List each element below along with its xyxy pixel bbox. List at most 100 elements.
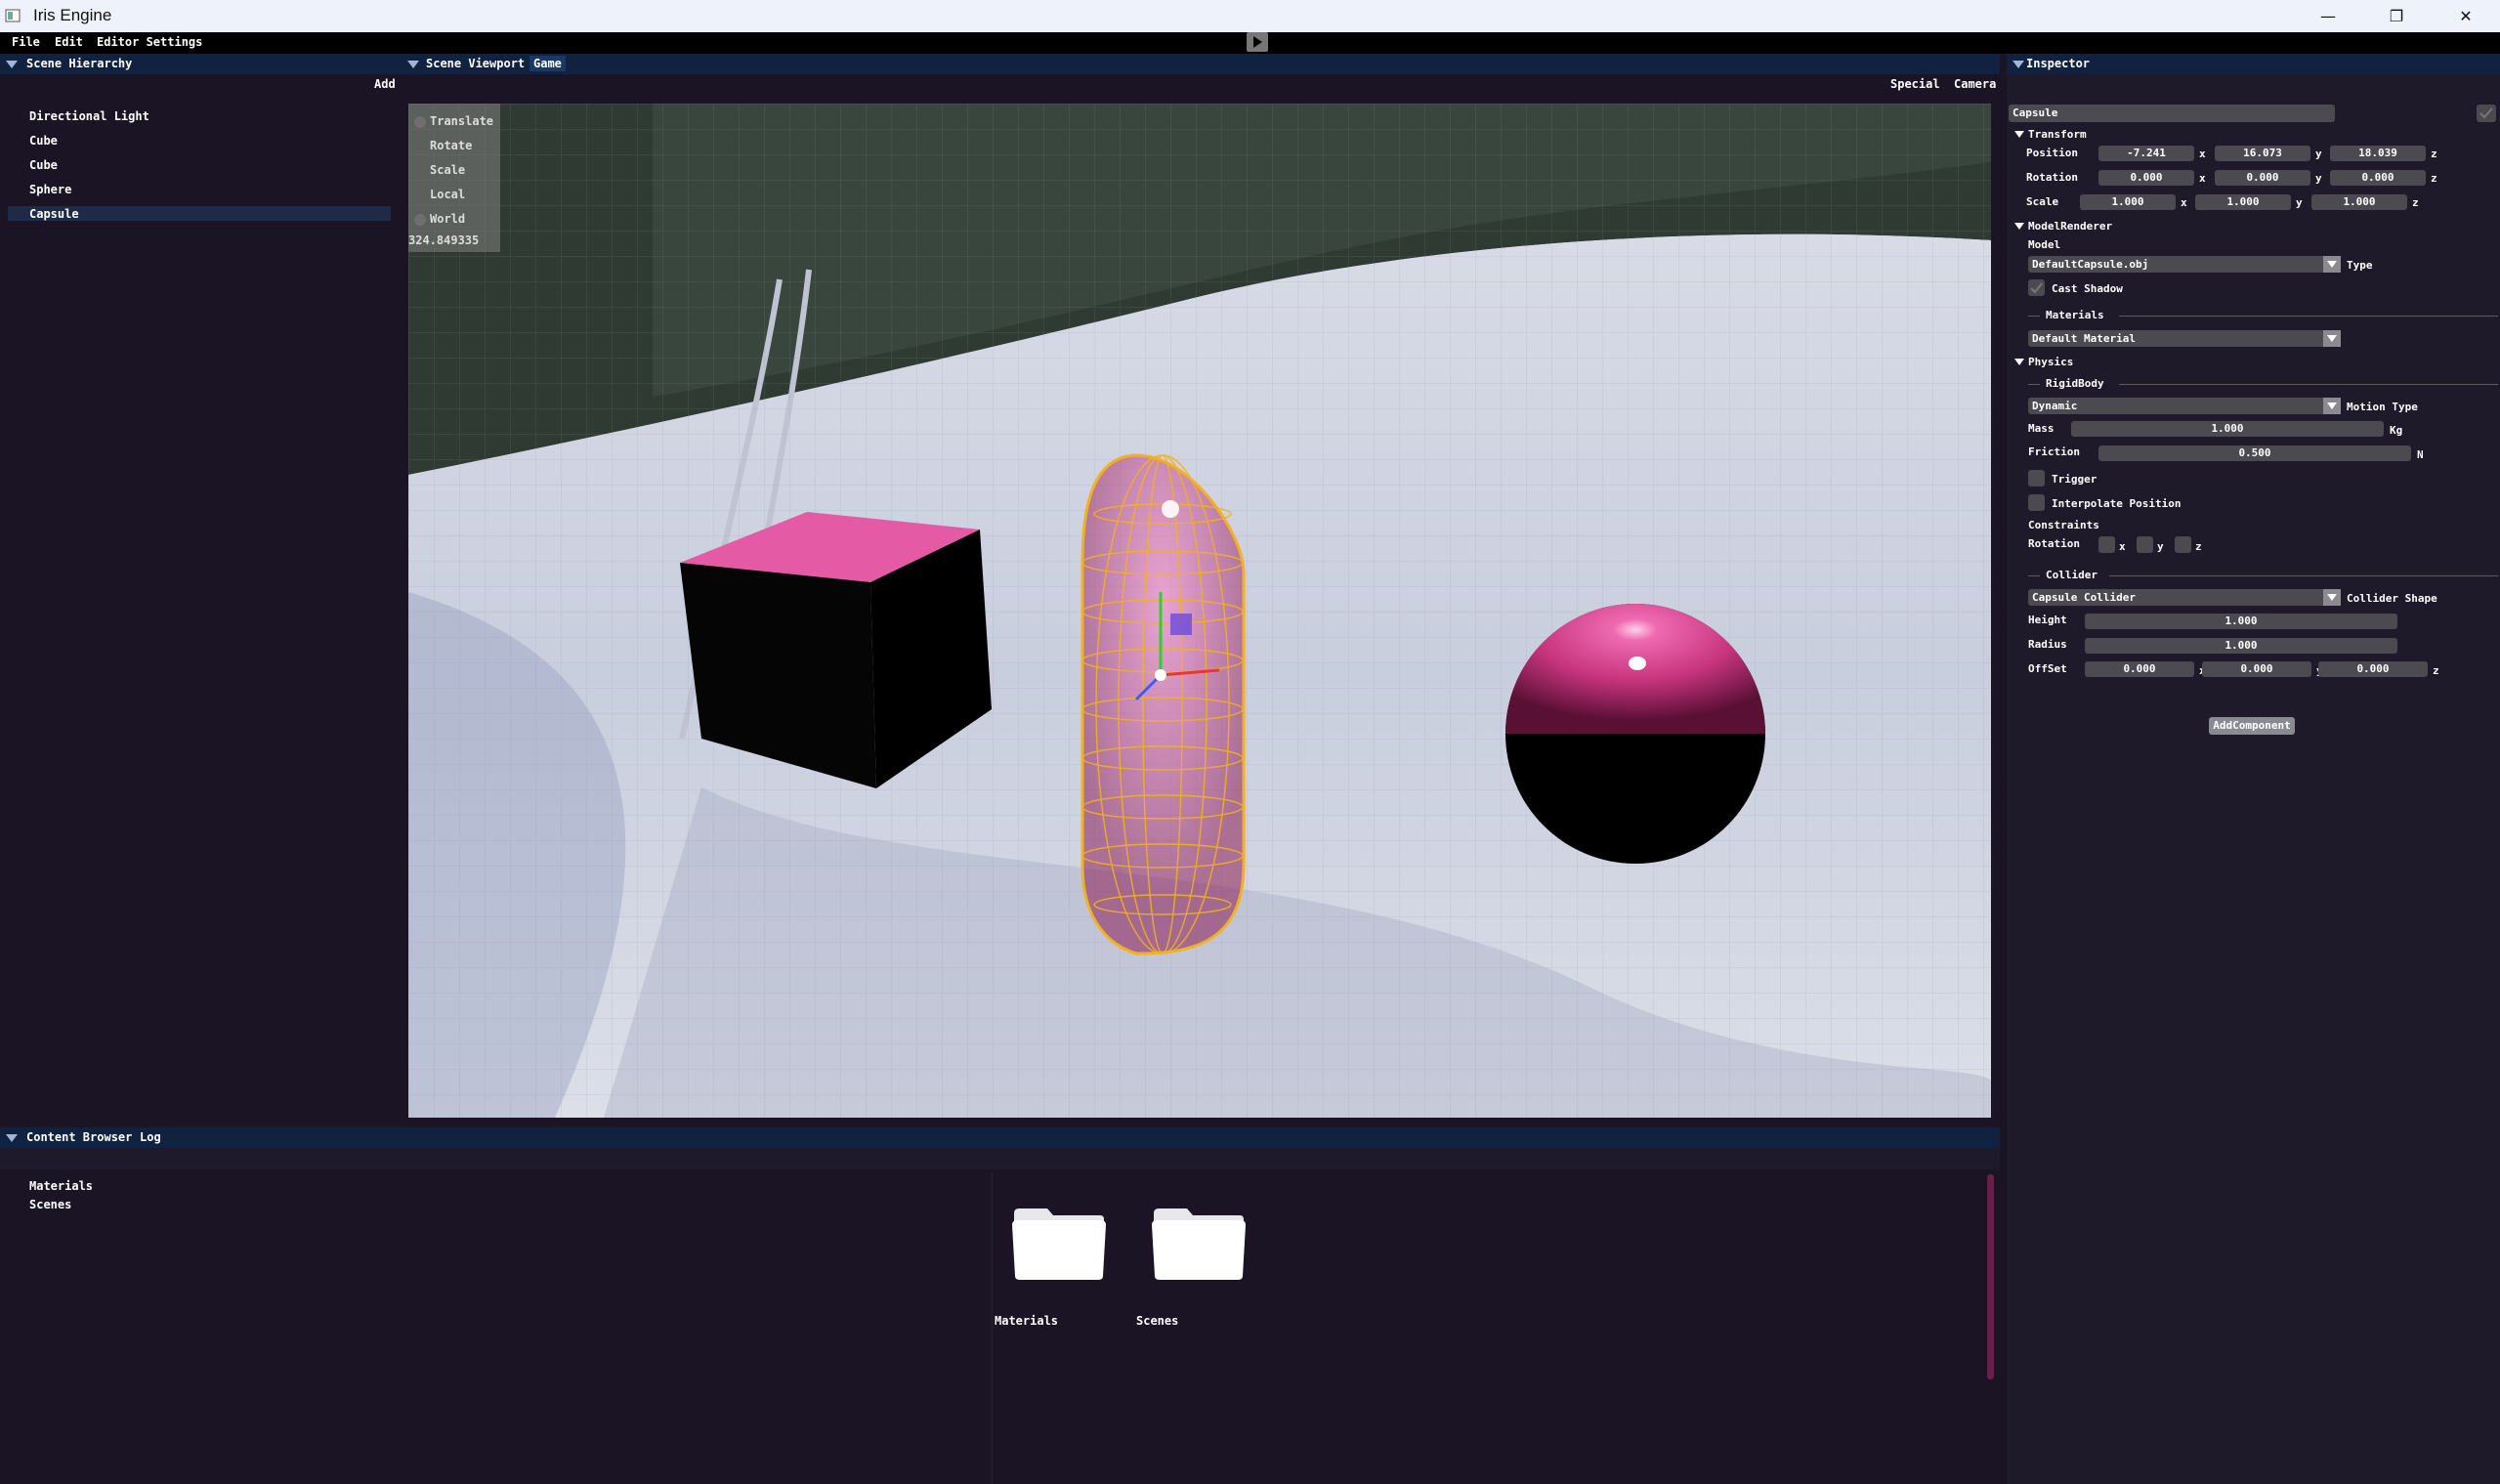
folder-icon[interactable] [1010, 1206, 1108, 1282]
constraint-x-checkbox[interactable] [2098, 536, 2115, 553]
hierarchy-item-capsule[interactable]: Capsule [29, 207, 79, 221]
materials-label: Materials [2046, 309, 2104, 321]
scene-hierarchy-title: Scene Hierarchy [26, 57, 133, 70]
hierarchy-item-sphere[interactable]: Sphere [29, 183, 71, 196]
app-icon [5, 9, 21, 22]
minimize-button[interactable]: — [2294, 0, 2362, 32]
radius-label: Radius [2028, 638, 2067, 651]
position-label: Position [2026, 147, 2078, 159]
collapse-icon[interactable] [407, 61, 419, 68]
content-browser-header: Content Browser Log [0, 1127, 2000, 1148]
material-dropdown[interactable]: Default Material [2028, 330, 2341, 347]
gizmo-world-option[interactable]: World [414, 212, 465, 226]
offset-z-field[interactable]: 0.000 [2318, 661, 2428, 677]
menu-file[interactable]: File [12, 35, 40, 49]
menu-editor-settings[interactable]: Editor Settings [97, 35, 202, 49]
position-y-field[interactable]: 16.073 [2215, 146, 2310, 161]
constraint-y-checkbox[interactable] [2137, 536, 2153, 553]
collapse-icon[interactable] [2013, 61, 2024, 68]
position-x-field[interactable]: -7.241 [2098, 146, 2194, 161]
tab-content-browser[interactable]: Content Browser [26, 1130, 132, 1144]
model-dropdown[interactable]: DefaultCapsule.obj [2028, 256, 2341, 273]
fps-readout: 324.849335 [408, 233, 480, 247]
trigger-label: Trigger [2052, 473, 2097, 486]
constraint-z-checkbox[interactable] [2175, 536, 2191, 553]
rotation-y-field[interactable]: 0.000 [2215, 170, 2310, 186]
folder-label-scenes[interactable]: Scenes [1136, 1314, 1178, 1328]
tab-game[interactable]: Game [530, 56, 566, 71]
collapse-icon[interactable] [6, 1134, 18, 1142]
physics-collapse-icon[interactable] [2014, 359, 2024, 365]
axis-x-label: x [2119, 540, 2126, 553]
physics-title: Physics [2028, 356, 2074, 368]
object-name-input[interactable]: Capsule [2009, 105, 2335, 122]
tab-scene-viewport[interactable]: Scene Viewport [426, 57, 525, 70]
radio-icon [414, 115, 426, 128]
tree-item-materials[interactable]: Materials [29, 1179, 93, 1193]
rotation-z-field[interactable]: 0.000 [2330, 170, 2426, 186]
play-icon [1253, 36, 1262, 48]
trigger-checkbox[interactable] [2028, 470, 2045, 487]
divider [2109, 575, 2498, 576]
scale-z-field[interactable]: 1.000 [2311, 194, 2407, 210]
offset-x-field[interactable]: 0.000 [2085, 661, 2194, 677]
offset-y-field[interactable]: 0.000 [2202, 661, 2311, 677]
chevron-down-icon [2323, 589, 2341, 606]
folder-label-materials[interactable]: Materials [995, 1314, 1058, 1328]
folder-icon[interactable] [1150, 1206, 1248, 1282]
rotation-label: Rotation [2026, 171, 2078, 184]
transform-collapse-icon[interactable] [2014, 131, 2024, 138]
scale-label: Scale [2026, 195, 2059, 208]
object-active-checkbox[interactable] [2477, 105, 2496, 122]
scale-y-field[interactable]: 1.000 [2195, 194, 2291, 210]
axis-z-label: z [2433, 664, 2439, 677]
rotation-x-field[interactable]: 0.000 [2098, 170, 2194, 186]
friction-field[interactable]: 0.500 [2098, 445, 2411, 461]
collider-shape-label: Collider Shape [2347, 592, 2437, 605]
axis-x-label: x [2199, 148, 2206, 160]
axis-x-label: x [2181, 196, 2187, 209]
add-component-button[interactable]: AddComponent [2209, 717, 2295, 735]
content-browser-panel [0, 1125, 2000, 1484]
gizmo-scale-option[interactable]: Scale [414, 163, 465, 177]
interpolate-checkbox[interactable] [2028, 494, 2045, 511]
chevron-down-icon [2323, 330, 2341, 347]
mass-field[interactable]: 1.000 [2071, 421, 2384, 437]
special-button[interactable]: Special [1890, 77, 1940, 91]
axis-y-label: y [2296, 196, 2303, 209]
menu-edit[interactable]: Edit [55, 35, 83, 49]
add-button[interactable]: Add [374, 77, 396, 91]
friction-unit: N [2417, 448, 2424, 461]
scene-hierarchy-header: Scene Hierarchy [0, 54, 402, 74]
hierarchy-item-cube[interactable]: Cube [29, 158, 58, 172]
collider-shape-value: Capsule Collider [2032, 591, 2136, 604]
gizmo-local-option[interactable]: Local [414, 188, 465, 201]
constraints-label: Constraints [2028, 519, 2099, 531]
hierarchy-item-directional-light[interactable]: Directional Light [29, 109, 149, 123]
height-field[interactable]: 1.000 [2085, 614, 2397, 629]
camera-button[interactable]: Camera [1954, 77, 1996, 91]
collider-shape-dropdown[interactable]: Capsule Collider [2028, 589, 2341, 606]
position-z-field[interactable]: 18.039 [2330, 146, 2426, 161]
tree-item-scenes[interactable]: Scenes [29, 1198, 71, 1211]
model-renderer-collapse-icon[interactable] [2014, 223, 2024, 230]
scene-viewport[interactable] [408, 104, 1991, 1118]
motion-type-dropdown[interactable]: Dynamic [2028, 398, 2341, 414]
window-title: Iris Engine [33, 6, 112, 24]
close-button[interactable]: ✕ [2432, 0, 2500, 32]
gizmo-translate-option[interactable]: Translate [414, 114, 493, 128]
gizmo-rotate-option[interactable]: Rotate [414, 139, 472, 152]
cast-shadow-checkbox[interactable] [2028, 279, 2045, 296]
collapse-icon[interactable] [6, 61, 18, 68]
constraint-rotation-label: Rotation [2028, 537, 2080, 550]
tab-log[interactable]: Log [140, 1130, 161, 1144]
axis-y-label: y [2315, 172, 2322, 185]
hierarchy-item-cube[interactable]: Cube [29, 134, 58, 148]
maximize-button[interactable]: ❐ [2362, 0, 2431, 32]
inspector-body: Capsule Transform Position -7.241 x 16.0… [2007, 74, 2500, 1484]
radius-field[interactable]: 1.000 [2085, 638, 2397, 654]
scale-x-field[interactable]: 1.000 [2080, 194, 2176, 210]
menu-bar: File Edit Editor Settings [0, 32, 2500, 54]
scrollbar[interactable] [1987, 1174, 1994, 1379]
play-button[interactable] [1247, 32, 1268, 52]
